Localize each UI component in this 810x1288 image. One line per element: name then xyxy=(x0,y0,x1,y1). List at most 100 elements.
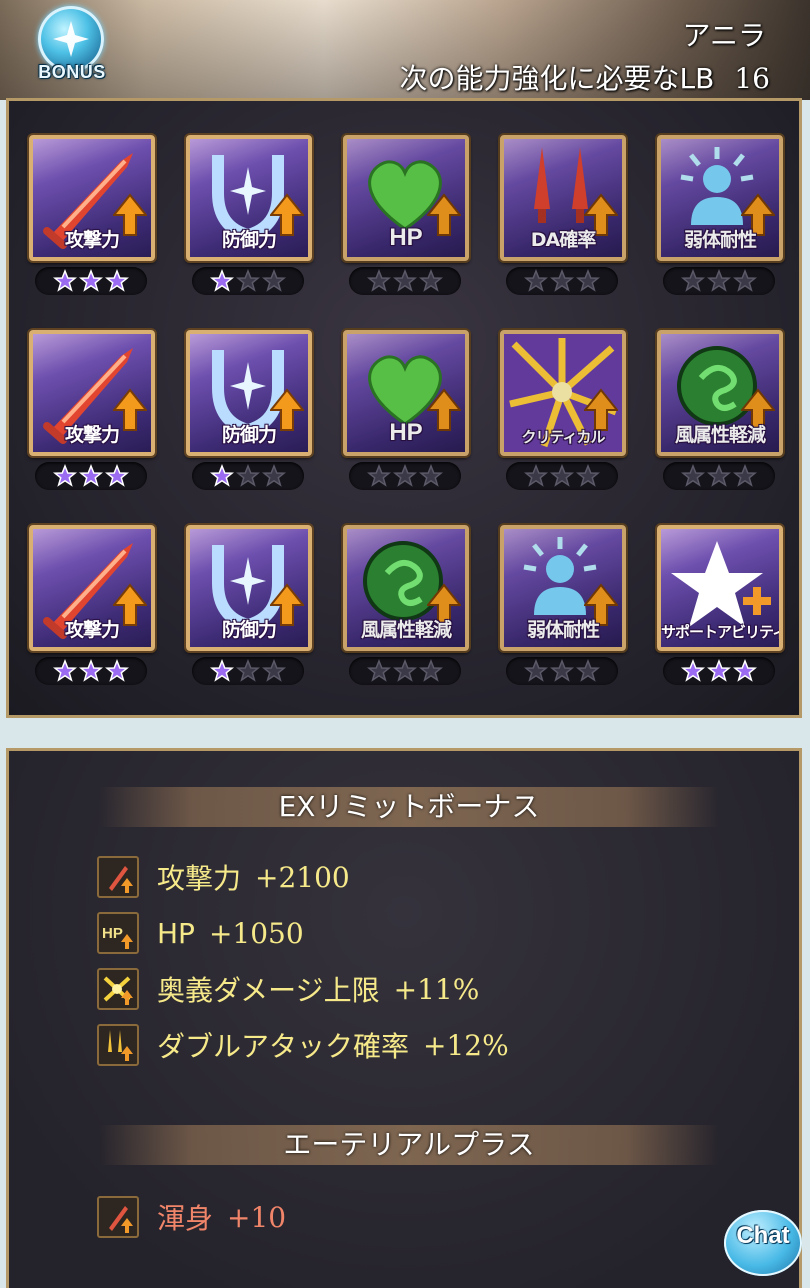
skill-slot[interactable]: 防御力 xyxy=(186,330,312,490)
star-icon xyxy=(576,464,600,488)
skill-slot[interactable]: 弱体耐性 xyxy=(500,525,626,685)
star-rating xyxy=(192,267,304,295)
star-rating xyxy=(349,267,461,295)
star-icon xyxy=(733,659,757,683)
skill-label: 攻撃力 xyxy=(64,424,120,446)
star-rating xyxy=(192,462,304,490)
skill-label: 弱体耐性 xyxy=(683,229,757,251)
chat-button[interactable]: Chat xyxy=(724,1208,804,1280)
star-rating xyxy=(663,462,775,490)
star-icon xyxy=(576,269,600,293)
shield-icon: 防御力 xyxy=(186,135,312,261)
aetherial-plus-title: エーテリアルプラス xyxy=(99,1125,719,1165)
star-icon xyxy=(262,269,286,293)
star-rating xyxy=(35,462,147,490)
skill-slot[interactable]: クリティカル xyxy=(500,330,626,490)
ex-limit-row-double-attack: ダブルアタック確率 +12% xyxy=(97,1023,509,1067)
svg-text:HP: HP xyxy=(102,925,123,942)
debuff-resist-icon: 弱体耐性 xyxy=(500,525,626,651)
star-rating xyxy=(349,462,461,490)
bonus-label: BONUS xyxy=(38,62,106,82)
star-icon xyxy=(53,269,77,293)
star-icon xyxy=(550,269,574,293)
star-icon xyxy=(707,464,731,488)
skill-slot[interactable]: 風属性軽減 xyxy=(657,330,783,490)
star-icon xyxy=(733,269,757,293)
stat-name: 渾身 xyxy=(157,1202,214,1235)
double-sword-icon: DA確率 xyxy=(500,135,626,261)
star-icon xyxy=(53,464,77,488)
shield-icon: 防御力 xyxy=(186,330,312,456)
star-icon xyxy=(550,659,574,683)
header-banner: BONUS アニラ 次の能力強化に必要なLB 16 xyxy=(0,0,810,100)
skill-slot[interactable]: 攻撃力 xyxy=(29,525,155,685)
star-rating xyxy=(506,462,618,490)
star-icon xyxy=(236,464,260,488)
star-rating xyxy=(192,657,304,685)
bonus-button[interactable]: BONUS xyxy=(30,6,114,88)
star-icon xyxy=(210,269,234,293)
skill-slot[interactable]: 攻撃力 xyxy=(29,135,155,295)
ex-limit-row-ougi-cap: 奥義ダメージ上限 +11% xyxy=(97,967,479,1011)
ougi-cap-up-icon xyxy=(97,968,139,1010)
skill-label: 弱体耐性 xyxy=(526,619,600,641)
skill-label: 攻撃力 xyxy=(64,229,120,251)
ex-limit-row-attack: 攻撃力 +2100 xyxy=(97,855,350,899)
star-icon xyxy=(524,269,548,293)
star-icon xyxy=(524,659,548,683)
skill-label: HP xyxy=(389,224,423,251)
heart-icon: HP xyxy=(343,330,469,456)
skill-label: DA確率 xyxy=(530,229,596,251)
star-rating xyxy=(506,657,618,685)
skill-slot[interactable]: 攻撃力 xyxy=(29,330,155,490)
stat-name: 奥義ダメージ上限 xyxy=(157,974,380,1007)
skill-slot[interactable]: DA確率 xyxy=(500,135,626,295)
stat-value: +2100 xyxy=(255,860,350,894)
sword-icon: 攻撃力 xyxy=(29,135,155,261)
skill-slot[interactable]: HP xyxy=(343,330,469,490)
sword-icon: 攻撃力 xyxy=(29,525,155,651)
skill-label: サポートアビリティ xyxy=(661,623,783,641)
skill-slot[interactable]: 防御力 xyxy=(186,135,312,295)
lb-requirement-value: 16 xyxy=(734,62,770,95)
star-icon xyxy=(367,659,391,683)
attack-up-icon xyxy=(97,856,139,898)
stat-name: 攻撃力 xyxy=(157,862,242,895)
star-icon xyxy=(393,659,417,683)
star-icon xyxy=(681,659,705,683)
star-rating xyxy=(506,267,618,295)
skill-label: 防御力 xyxy=(221,424,277,446)
star-icon xyxy=(262,659,286,683)
skill-slot[interactable]: 弱体耐性 xyxy=(657,135,783,295)
stat-value: +11% xyxy=(393,972,480,1006)
star-icon xyxy=(236,269,260,293)
star-icon xyxy=(79,464,103,488)
skill-label: 防御力 xyxy=(221,619,277,641)
star-rating xyxy=(349,657,461,685)
ex-limit-row-hp: HP HP +1050 xyxy=(97,911,304,955)
stat-value: +12% xyxy=(423,1028,509,1062)
wind-orb-icon: 風属性軽減 xyxy=(343,525,469,651)
skill-label: 防御力 xyxy=(221,229,277,251)
lb-requirement-text: 次の能力強化に必要なLB xyxy=(399,62,715,95)
star-rating xyxy=(663,267,775,295)
star-icon xyxy=(367,269,391,293)
skill-label: クリティカル xyxy=(521,428,605,446)
star-icon xyxy=(236,659,260,683)
star-icon xyxy=(524,464,548,488)
skill-slot[interactable]: サポートアビリティ xyxy=(657,525,783,685)
skill-slot[interactable]: 風属性軽減 xyxy=(343,525,469,685)
skill-label: HP xyxy=(389,419,423,446)
support-star-icon: サポートアビリティ xyxy=(657,525,783,651)
star-icon xyxy=(79,269,103,293)
lb-requirement: 次の能力強化に必要なLB 16 xyxy=(400,57,770,97)
skill-label: 風属性軽減 xyxy=(360,619,452,641)
ex-limit-title: EXリミットボーナス xyxy=(99,787,719,827)
star-icon xyxy=(393,464,417,488)
aetherial-row-stamina: 渾身 +10 xyxy=(97,1195,286,1239)
star-icon xyxy=(419,269,443,293)
skill-slot[interactable]: HP xyxy=(343,135,469,295)
star-icon xyxy=(210,464,234,488)
skill-slot[interactable]: 防御力 xyxy=(186,525,312,685)
star-icon xyxy=(707,659,731,683)
